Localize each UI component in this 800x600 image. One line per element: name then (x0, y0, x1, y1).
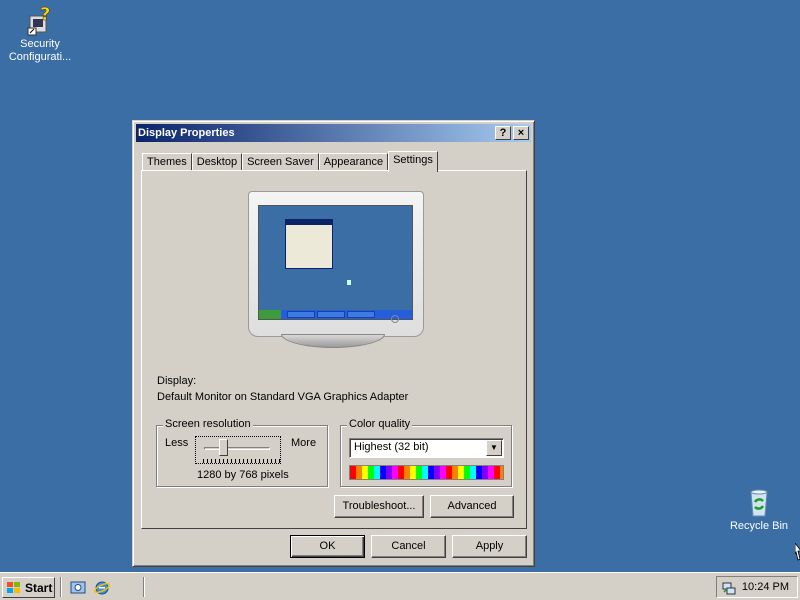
start-button[interactable]: Start (2, 577, 55, 598)
color-quality-title: Color quality (347, 418, 413, 430)
preview-start-button (259, 310, 281, 319)
tab-strip: Themes Desktop Screen Saver Appearance S… (142, 151, 438, 172)
preview-task-button (317, 311, 345, 318)
screen-resolution-group: Screen resolution Less More 1280 by 768 … (156, 418, 328, 487)
tab-desktop[interactable]: Desktop (191, 153, 243, 171)
color-spectrum-bar (349, 465, 504, 480)
monitor-stand (281, 334, 385, 348)
resolution-slider-thumb[interactable] (219, 439, 228, 456)
clock[interactable]: 10:24 PM (742, 581, 789, 593)
dropdown-arrow-icon[interactable]: ▼ (486, 440, 502, 456)
security-configuration-icon: ? (27, 4, 51, 36)
start-label: Start (25, 580, 53, 595)
preview-task-button (287, 311, 315, 318)
display-properties-dialog: Display Properties ? × Themes Desktop Sc… (132, 120, 535, 567)
taskbar-separator (60, 577, 62, 597)
dialog-title: Display Properties (138, 127, 235, 139)
mouse-pointer-icon (795, 543, 800, 561)
resolution-slider-ticks (203, 459, 283, 463)
preview-task-button (347, 311, 375, 318)
network-icon[interactable] (721, 580, 737, 596)
desktop-icon-security-configuration[interactable]: ? Security Configurati... (0, 4, 80, 64)
tab-appearance[interactable]: Appearance (318, 153, 389, 171)
windows-logo-icon (7, 581, 20, 593)
preview-window (285, 219, 333, 269)
dialog-title-bar[interactable]: Display Properties ? × (136, 124, 531, 142)
tab-settings[interactable]: Settings (388, 151, 438, 172)
monitor-preview (248, 191, 424, 351)
display-adapter-text: Default Monitor on Standard VGA Graphics… (157, 391, 409, 403)
desktop-icon-label: Recycle Bin (729, 520, 789, 532)
color-quality-select[interactable]: Highest (32 bit) ▼ (349, 438, 504, 458)
troubleshoot-button[interactable]: Troubleshoot... (334, 495, 424, 518)
settings-panel: Display: Default Monitor on Standard VGA… (141, 170, 527, 529)
apply-button[interactable]: Apply (452, 535, 527, 558)
monitor-screen (258, 205, 413, 320)
taskbar: Start 10:24 PM (0, 572, 800, 600)
close-button[interactable]: × (513, 126, 529, 140)
slider-less-label: Less (165, 437, 189, 449)
preview-cursor (347, 280, 351, 285)
ok-button[interactable]: OK (290, 535, 365, 558)
recycle-bin-icon (750, 489, 768, 517)
color-quality-value: Highest (32 bit) (354, 441, 429, 453)
advanced-button[interactable]: Advanced (430, 495, 514, 518)
monitor-bezel (248, 191, 424, 337)
help-button[interactable]: ? (495, 126, 511, 140)
desktop-icon-recycle-bin[interactable]: Recycle Bin (719, 486, 799, 533)
resolution-value: 1280 by 768 pixels (197, 469, 289, 481)
internet-explorer-icon[interactable] (93, 579, 111, 597)
screen-resolution-title: Screen resolution (163, 418, 253, 430)
slider-more-label: More (291, 437, 317, 449)
system-tray: 10:24 PM (716, 576, 798, 598)
cancel-button[interactable]: Cancel (371, 535, 446, 558)
show-desktop-icon[interactable] (69, 579, 87, 597)
taskbar-separator (143, 577, 145, 597)
resolution-slider-track[interactable] (204, 447, 270, 450)
color-quality-group: Color quality Highest (32 bit) ▼ (340, 418, 512, 487)
tab-screen-saver[interactable]: Screen Saver (242, 153, 319, 171)
svg-text:?: ? (40, 4, 50, 25)
desktop-icon-label: Security Configurati... (8, 38, 72, 63)
tab-themes[interactable]: Themes (142, 153, 192, 171)
display-label: Display: (157, 375, 197, 387)
monitor-power-icon (391, 315, 399, 323)
